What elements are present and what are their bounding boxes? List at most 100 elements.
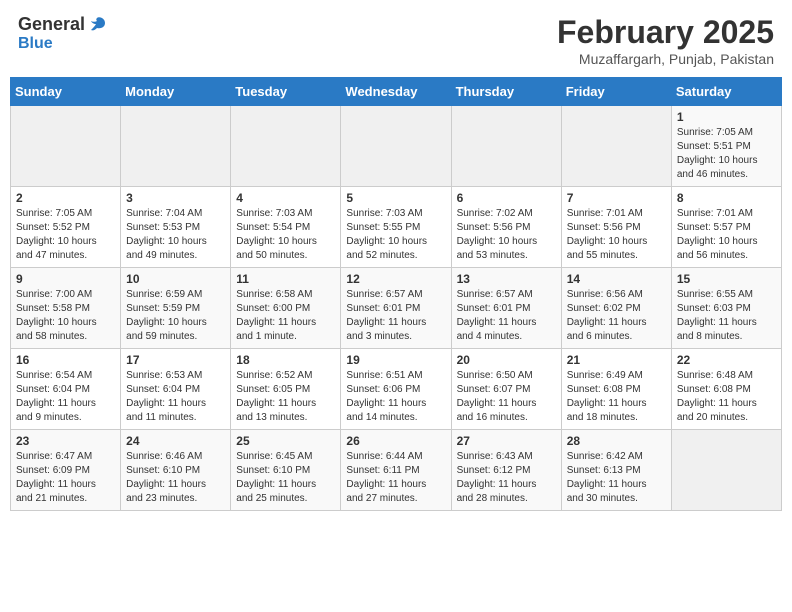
day-info: Sunrise: 7:03 AM Sunset: 5:55 PM Dayligh… — [346, 207, 445, 263]
day-number: 20 — [457, 353, 556, 367]
calendar-cell: 4Sunrise: 7:03 AM Sunset: 5:54 PM Daylig… — [231, 187, 341, 268]
day-info: Sunrise: 6:46 AM Sunset: 6:10 PM Dayligh… — [126, 450, 225, 506]
calendar-cell: 26 Sunrise: 6:44 AM Sunset: 6:11 PM Dayli… — [341, 430, 451, 511]
day-number: 14 — [567, 272, 666, 286]
day-info: Sunrise: 7:00 AM Sunset: 5:58 PM Dayligh… — [16, 288, 115, 344]
day-number: 4 — [236, 191, 335, 205]
day-info: Sunrise: 7:01 AM Sunset: 5:57 PM Dayligh… — [677, 207, 776, 263]
calendar-cell: 1 Sunrise: 7:05 AM Sunset: 5:51 PM Daylig… — [671, 106, 781, 187]
calendar-cell: 12 Sunrise: 6:57 AM Sunset: 6:01 PM Dayli… — [341, 268, 451, 349]
day-number: 11 — [236, 272, 335, 286]
day-number: 9 — [16, 272, 115, 286]
calendar-cell: 16 Sunrise: 6:54 AM Sunset: 6:04 PM Dayli… — [11, 349, 121, 430]
weekday-header-friday: Friday — [561, 78, 671, 106]
calendar-cell — [11, 106, 121, 187]
calendar-cell: 24 Sunrise: 6:46 AM Sunset: 6:10 PM Dayli… — [121, 430, 231, 511]
day-number: 10 — [126, 272, 225, 286]
calendar-cell: 14 Sunrise: 6:56 AM Sunset: 6:02 PM Dayli… — [561, 268, 671, 349]
calendar-cell — [451, 106, 561, 187]
day-number: 26 — [346, 434, 445, 448]
calendar-cell: 8 Sunrise: 7:01 AM Sunset: 5:57 PM Daylig… — [671, 187, 781, 268]
calendar-week-row: 23Sunrise: 6:47 AM Sunset: 6:09 PM Dayli… — [11, 430, 782, 511]
day-info: Sunrise: 6:43 AM Sunset: 6:12 PM Dayligh… — [457, 450, 556, 506]
calendar-cell: 18Sunrise: 6:52 AM Sunset: 6:05 PM Dayli… — [231, 349, 341, 430]
weekday-header-wednesday: Wednesday — [341, 78, 451, 106]
calendar-cell — [561, 106, 671, 187]
calendar-cell: 28Sunrise: 6:42 AM Sunset: 6:13 PM Dayli… — [561, 430, 671, 511]
calendar-week-row: 16 Sunrise: 6:54 AM Sunset: 6:04 PM Dayli… — [11, 349, 782, 430]
calendar-cell: 3 Sunrise: 7:04 AM Sunset: 5:53 PM Daylig… — [121, 187, 231, 268]
day-info: Sunrise: 6:51 AM Sunset: 6:06 PM Dayligh… — [346, 369, 445, 425]
day-info: Sunrise: 7:05 AM Sunset: 5:52 PM Dayligh… — [16, 207, 115, 263]
day-number: 17 — [126, 353, 225, 367]
day-number: 25 — [236, 434, 335, 448]
day-info: Sunrise: 7:02 AM Sunset: 5:56 PM Dayligh… — [457, 207, 556, 263]
calendar-cell — [121, 106, 231, 187]
location-text: Muzaffargarh, Punjab, Pakistan — [557, 51, 774, 67]
day-number: 15 — [677, 272, 776, 286]
calendar-table: SundayMondayTuesdayWednesdayThursdayFrid… — [10, 77, 782, 511]
day-info: Sunrise: 6:58 AM Sunset: 6:00 PM Dayligh… — [236, 288, 335, 344]
day-number: 5 — [346, 191, 445, 205]
calendar-cell: 13 Sunrise: 6:57 AM Sunset: 6:01 PM Dayli… — [451, 268, 561, 349]
calendar-cell: 11 Sunrise: 6:58 AM Sunset: 6:00 PM Dayli… — [231, 268, 341, 349]
calendar-cell: 9 Sunrise: 7:00 AM Sunset: 5:58 PM Daylig… — [11, 268, 121, 349]
day-info: Sunrise: 6:48 AM Sunset: 6:08 PM Dayligh… — [677, 369, 776, 425]
day-info: Sunrise: 6:57 AM Sunset: 6:01 PM Dayligh… — [346, 288, 445, 344]
day-number: 24 — [126, 434, 225, 448]
calendar-week-row: 9 Sunrise: 7:00 AM Sunset: 5:58 PM Daylig… — [11, 268, 782, 349]
day-number: 2 — [16, 191, 115, 205]
day-info: Sunrise: 7:01 AM Sunset: 5:56 PM Dayligh… — [567, 207, 666, 263]
weekday-header-thursday: Thursday — [451, 78, 561, 106]
day-number: 13 — [457, 272, 556, 286]
calendar-week-row: 1 Sunrise: 7:05 AM Sunset: 5:51 PM Daylig… — [11, 106, 782, 187]
day-info: Sunrise: 6:57 AM Sunset: 6:01 PM Dayligh… — [457, 288, 556, 344]
day-info: Sunrise: 7:04 AM Sunset: 5:53 PM Dayligh… — [126, 207, 225, 263]
day-number: 22 — [677, 353, 776, 367]
calendar-cell: 23Sunrise: 6:47 AM Sunset: 6:09 PM Dayli… — [11, 430, 121, 511]
day-number: 28 — [567, 434, 666, 448]
day-number: 12 — [346, 272, 445, 286]
calendar-cell — [231, 106, 341, 187]
weekday-header-monday: Monday — [121, 78, 231, 106]
calendar-cell: 2 Sunrise: 7:05 AM Sunset: 5:52 PM Daylig… — [11, 187, 121, 268]
calendar-cell: 17 Sunrise: 6:53 AM Sunset: 6:04 PM Dayli… — [121, 349, 231, 430]
calendar-cell: 15 Sunrise: 6:55 AM Sunset: 6:03 PM Dayli… — [671, 268, 781, 349]
day-info: Sunrise: 6:50 AM Sunset: 6:07 PM Dayligh… — [457, 369, 556, 425]
logo-general-text: General — [18, 14, 85, 35]
day-info: Sunrise: 6:45 AM Sunset: 6:10 PM Dayligh… — [236, 450, 335, 506]
logo-blue-text: Blue — [18, 35, 53, 53]
weekday-header-sunday: Sunday — [11, 78, 121, 106]
page-header: General Blue February 2025 Muzaffargarh,… — [10, 10, 782, 71]
day-number: 3 — [126, 191, 225, 205]
calendar-week-row: 2 Sunrise: 7:05 AM Sunset: 5:52 PM Daylig… — [11, 187, 782, 268]
day-info: Sunrise: 6:56 AM Sunset: 6:02 PM Dayligh… — [567, 288, 666, 344]
title-section: February 2025 Muzaffargarh, Punjab, Paki… — [557, 14, 774, 67]
day-number: 6 — [457, 191, 556, 205]
day-info: Sunrise: 6:59 AM Sunset: 5:59 PM Dayligh… — [126, 288, 225, 344]
month-title: February 2025 — [557, 14, 774, 51]
day-number: 19 — [346, 353, 445, 367]
day-info: Sunrise: 6:53 AM Sunset: 6:04 PM Dayligh… — [126, 369, 225, 425]
calendar-cell — [341, 106, 451, 187]
calendar-cell: 5 Sunrise: 7:03 AM Sunset: 5:55 PM Daylig… — [341, 187, 451, 268]
day-info: Sunrise: 7:05 AM Sunset: 5:51 PM Dayligh… — [677, 126, 776, 182]
day-number: 27 — [457, 434, 556, 448]
calendar-header-row: SundayMondayTuesdayWednesdayThursdayFrid… — [11, 78, 782, 106]
logo-bird-icon — [87, 15, 107, 35]
calendar-cell: 10 Sunrise: 6:59 AM Sunset: 5:59 PM Dayli… — [121, 268, 231, 349]
day-number: 23 — [16, 434, 115, 448]
day-info: Sunrise: 6:55 AM Sunset: 6:03 PM Dayligh… — [677, 288, 776, 344]
day-number: 16 — [16, 353, 115, 367]
day-info: Sunrise: 6:49 AM Sunset: 6:08 PM Dayligh… — [567, 369, 666, 425]
day-info: Sunrise: 6:54 AM Sunset: 6:04 PM Dayligh… — [16, 369, 115, 425]
day-number: 21 — [567, 353, 666, 367]
day-number: 8 — [677, 191, 776, 205]
day-number: 18 — [236, 353, 335, 367]
calendar-cell: 21 Sunrise: 6:49 AM Sunset: 6:08 PM Dayli… — [561, 349, 671, 430]
calendar-cell: 7Sunrise: 7:01 AM Sunset: 5:56 PM Daylig… — [561, 187, 671, 268]
day-number: 1 — [677, 110, 776, 124]
calendar-cell: 19 Sunrise: 6:51 AM Sunset: 6:06 PM Dayli… — [341, 349, 451, 430]
day-info: Sunrise: 6:44 AM Sunset: 6:11 PM Dayligh… — [346, 450, 445, 506]
calendar-cell: 25 Sunrise: 6:45 AM Sunset: 6:10 PM Dayli… — [231, 430, 341, 511]
